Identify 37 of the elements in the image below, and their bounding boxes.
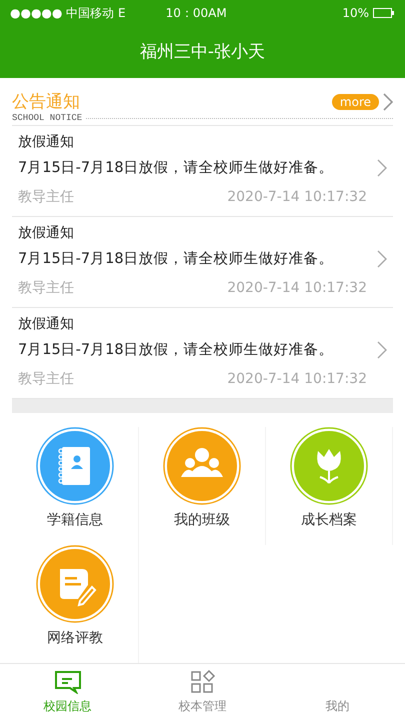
module-label: 我的班级 [174,511,230,529]
battery-icon [373,8,395,18]
chevron-icon [377,341,387,359]
section-title: 公告通知 [12,91,81,113]
module-tile[interactable]: 学籍信息 [12,427,139,545]
notice-body: 7月15日-7月18日放假，请全校师生做好准备。 [18,341,334,360]
module-tile[interactable]: 成长档案 [266,427,393,545]
notice-body: 7月15日-7月18日放假，请全校师生做好准备。 [18,250,334,269]
module-label: 成长档案 [301,511,357,529]
tab[interactable]: 我的 [270,664,405,720]
notice-item[interactable]: 放假通知 7月15日-7月18日放假，请全校师生做好准备。 教导主任 2020-7-14 10:17:32 [12,126,393,217]
notice-time: 2020-7-14 10:17:32 [227,188,367,207]
notice-time: 2020-7-14 10:17:32 [227,279,367,298]
module-label: 网络评教 [47,629,103,647]
grid-icon [190,670,216,694]
notice-title: 放假通知 [18,133,75,152]
page-title: 福州三中-张小天 [138,41,266,63]
notice-author: 教导主任 [18,279,74,298]
carrier-text: ●●●●● 中国移动 E [10,4,126,22]
tab[interactable]: 校本管理 [135,664,270,720]
clock-text: 10：00AM [166,4,228,22]
notice-time: 2020-7-14 10:17:32 [227,370,367,389]
module-label: 学籍信息 [47,511,103,529]
message-icon [54,670,82,694]
section-subtitle: SCHOOL NOTICE [12,113,82,123]
notice-body: 7月15日-7月18日放假，请全校师生做好准备。 [18,159,334,178]
notice-title: 放假通知 [18,224,75,243]
notice-author: 教导主任 [18,370,74,389]
notice-item[interactable]: 放假通知 7月15日-7月18日放假，请全校师生做好准备。 教导主任 2020-7-14 10:17:32 [12,217,393,308]
chevron-icon [377,159,387,177]
chevron-icon[interactable] [383,92,393,110]
module-tile[interactable]: 我的班级 [139,427,266,545]
chevron-icon [377,250,387,268]
battery-text: 10% [342,6,369,20]
module-tile[interactable]: 网络评教 [12,545,139,663]
notice-author: 教导主任 [18,188,74,207]
notice-title: 放假通知 [18,315,75,334]
